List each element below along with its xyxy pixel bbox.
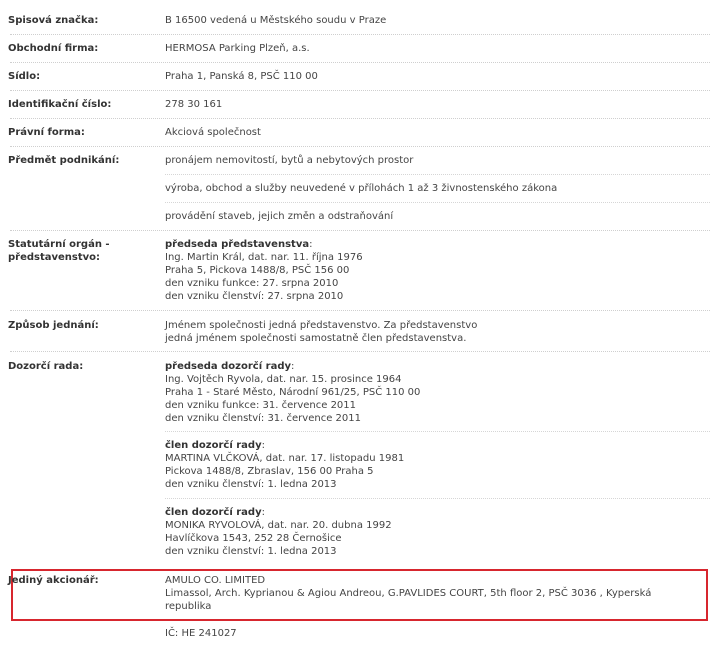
detail-line: Limassol, Arch. Kyprianou & Agiou Andreo… (165, 588, 652, 599)
item-separator (165, 431, 710, 432)
label-line: představenstvo: (8, 252, 101, 263)
detail-line: Pickova 1488/8, Zbraslav, 156 00 Praha 5 (165, 466, 374, 477)
dozorci-member: člen dozorčí rady: MONIKA RYVOLOVÁ, dat.… (165, 507, 392, 557)
role-title: člen dozorčí rady (165, 507, 262, 518)
row-separator (10, 34, 710, 35)
role-title: předseda představenstva (165, 239, 310, 250)
detail-line: jedná jménem společnosti samostatně člen… (165, 333, 467, 344)
value-spisova-znacka: B 16500 vedená u Městského soudu v Praze (165, 15, 387, 26)
detail-line: MONIKA RYVOLOVÁ, dat. nar. 20. dubna 199… (165, 520, 392, 531)
detail-line: den vzniku členství: 31. července 2011 (165, 413, 361, 424)
label-identifikacni-cislo: Identifikační číslo: (8, 99, 112, 110)
role-title: člen dozorčí rady (165, 440, 262, 451)
value-ic: IČ: HE 241027 (165, 628, 237, 639)
predmet-item: výroba, obchod a služby neuvedené v příl… (165, 183, 558, 194)
row-separator (10, 230, 710, 231)
row-separator (10, 90, 710, 91)
label-zpusob-jednani: Způsob jednání: (8, 320, 99, 331)
item-separator (165, 498, 710, 499)
detail-line: republika (165, 601, 212, 612)
label-pravni-forma: Právní forma: (8, 127, 85, 138)
value-pravni-forma: Akciová společnost (165, 127, 261, 138)
label-spisova-znacka: Spisová značka: (8, 15, 99, 26)
detail-line: Praha 5, Pickova 1488/8, PSČ 156 00 (165, 265, 350, 276)
predmet-item: provádění staveb, jejich změn a odstraňo… (165, 211, 394, 222)
label-obchodni-firma: Obchodní firma: (8, 43, 99, 54)
dozorci-member: člen dozorčí rady: MARTINA VLČKOVÁ, dat.… (165, 440, 405, 490)
row-separator (10, 62, 710, 63)
role-title: předseda dozorčí rady (165, 361, 291, 372)
detail-line: Ing. Martin Král, dat. nar. 11. října 19… (165, 252, 363, 263)
row-separator (10, 310, 710, 311)
value-identifikacni-cislo: 278 30 161 (165, 99, 223, 110)
item-separator (165, 174, 710, 175)
predmet-item: pronájem nemovitostí, bytů a nebytových … (165, 155, 414, 166)
detail-line: AMULO CO. LIMITED (165, 575, 266, 586)
label-dozorci-rada: Dozorčí rada: (8, 361, 84, 372)
detail-line: den vzniku členství: 27. srpna 2010 (165, 291, 344, 302)
value-jediny-akcionar: AMULO CO. LIMITED Limassol, Arch. Kypria… (165, 574, 651, 613)
detail-line: Jménem společnosti jedná představenstvo.… (165, 320, 478, 331)
row-separator (10, 118, 710, 119)
detail-line: den vzniku funkce: 27. srpna 2010 (165, 278, 339, 289)
detail-line: Havlíčkova 1543, 252 28 Černošice (165, 533, 342, 544)
label-statutarni-organ: Statutární orgán - představenstvo: (8, 238, 110, 264)
detail-line: Ing. Vojtěch Ryvola, dat. nar. 15. prosi… (165, 374, 402, 385)
row-separator (10, 146, 710, 147)
label-sidlo: Sídlo: (8, 71, 41, 82)
detail-line: MARTINA VLČKOVÁ, dat. nar. 17. listopadu… (165, 453, 405, 464)
label-jediny-akcionar: Jediný akcionář: (8, 575, 99, 586)
value-zpusob-jednani: Jménem společnosti jedná představenstvo.… (165, 319, 477, 345)
detail-line: den vzniku funkce: 31. července 2011 (165, 400, 357, 411)
dozorci-member: předseda dozorčí rady: Ing. Vojtěch Ryvo… (165, 361, 421, 424)
detail-line: Praha 1 - Staré Město, Národní 961/25, P… (165, 387, 421, 398)
value-obchodni-firma: HERMOSA Parking Plzeň, a.s. (165, 43, 310, 54)
detail-line: den vzniku členství: 1. ledna 2013 (165, 479, 337, 490)
value-sidlo: Praha 1, Panská 8, PSČ 110 00 (165, 71, 318, 82)
detail-line: den vzniku členství: 1. ledna 2013 (165, 546, 337, 557)
label-line: Statutární orgán - (8, 239, 110, 250)
value-statutarni-organ: předseda představenstva: Ing. Martin Krá… (165, 239, 363, 302)
label-predmet-podnikani: Předmět podnikání: (8, 155, 120, 166)
item-separator (165, 202, 710, 203)
row-separator (10, 351, 710, 352)
